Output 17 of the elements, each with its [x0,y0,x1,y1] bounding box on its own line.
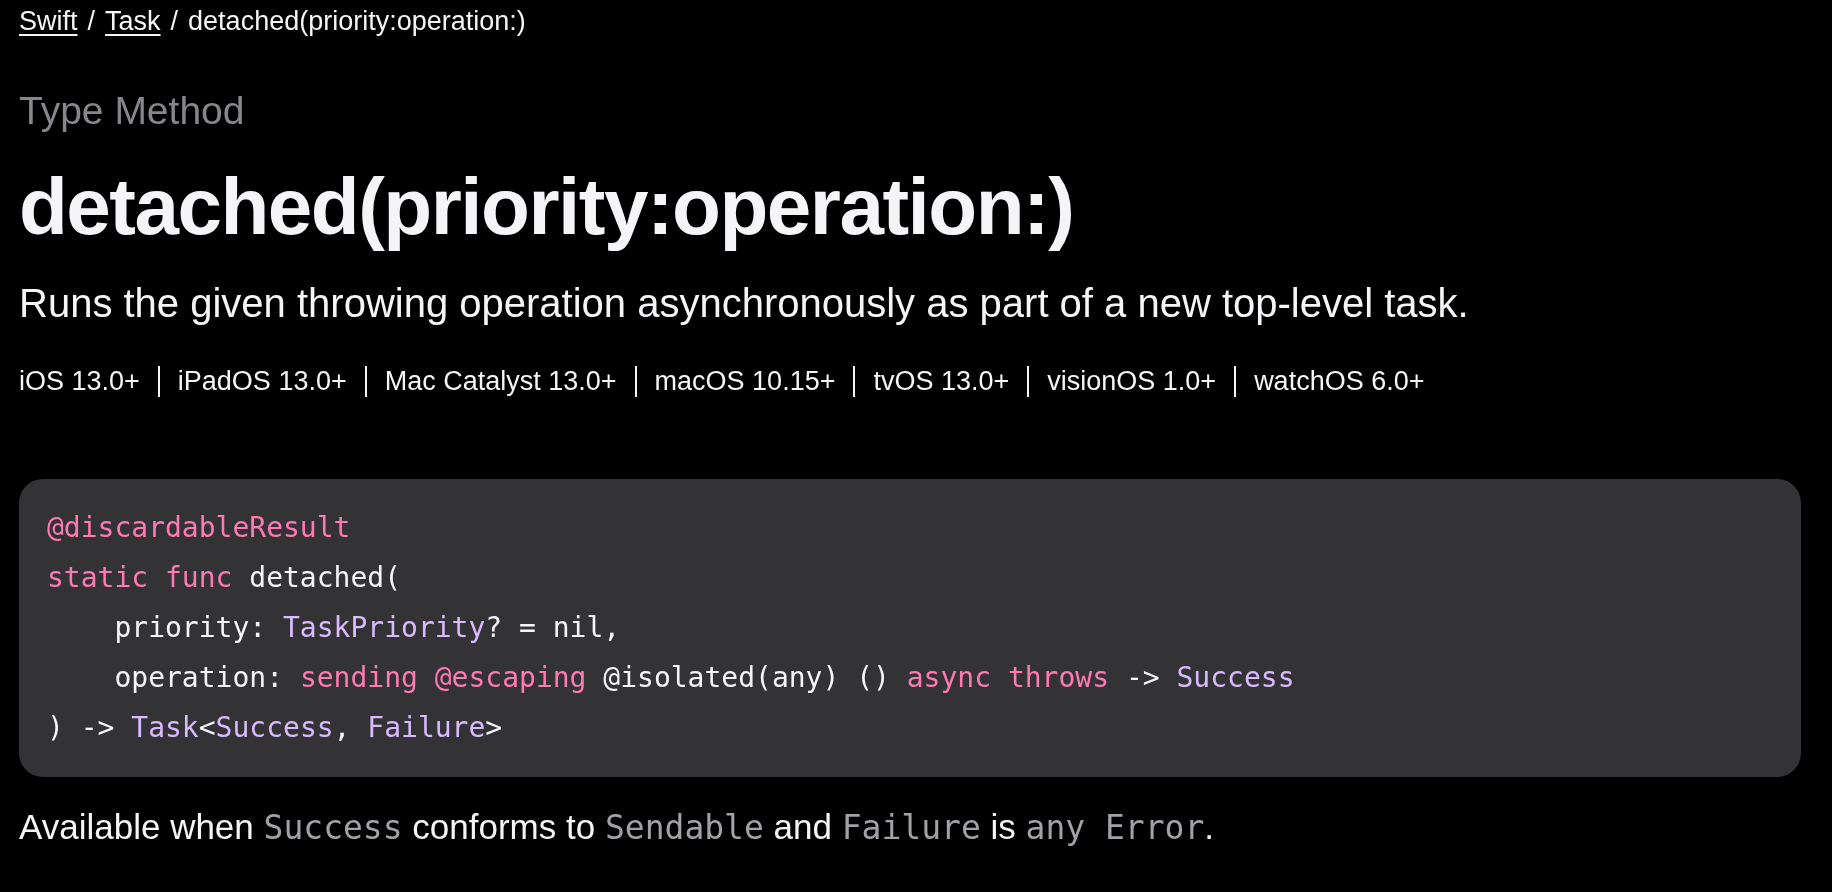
abstract-text: Runs the given throwing operation asynchronously as part of a new top-level task. [19,281,1470,326]
platform-label: iOS 13.0+ [19,366,141,397]
platform-label: tvOS 13.0+ [853,366,1028,397]
page-title: detached(priority:operation:) [19,163,1075,251]
availability-text: Available when Success conforms to Sendable and Failure is any Error. [19,807,1216,847]
breadcrumb-link[interactable]: Swift [19,6,78,37]
platform-label: Mac Catalyst 13.0+ [364,366,635,397]
breadcrumb-separator: / [87,6,96,37]
eyebrow-label: Type Method [19,89,246,133]
platform-label: watchOS 6.0+ [1234,366,1443,397]
platform-label: iPadOS 13.0+ [157,366,365,397]
declaration-code-block: @discardableResult static func detached( priority: TaskPriority? = nil, operation: sending @escaping @isolated(any) () async throws -> Success ) -> Task<Success, Failure> [19,479,1801,777]
breadcrumb-current: detached(priority:operation:) [188,6,526,37]
breadcrumb-link[interactable]: Task [105,6,161,37]
breadcrumb-separator: / [170,6,179,37]
platform-label: visionOS 1.0+ [1027,366,1235,397]
platform-label: macOS 10.15+ [634,366,854,397]
